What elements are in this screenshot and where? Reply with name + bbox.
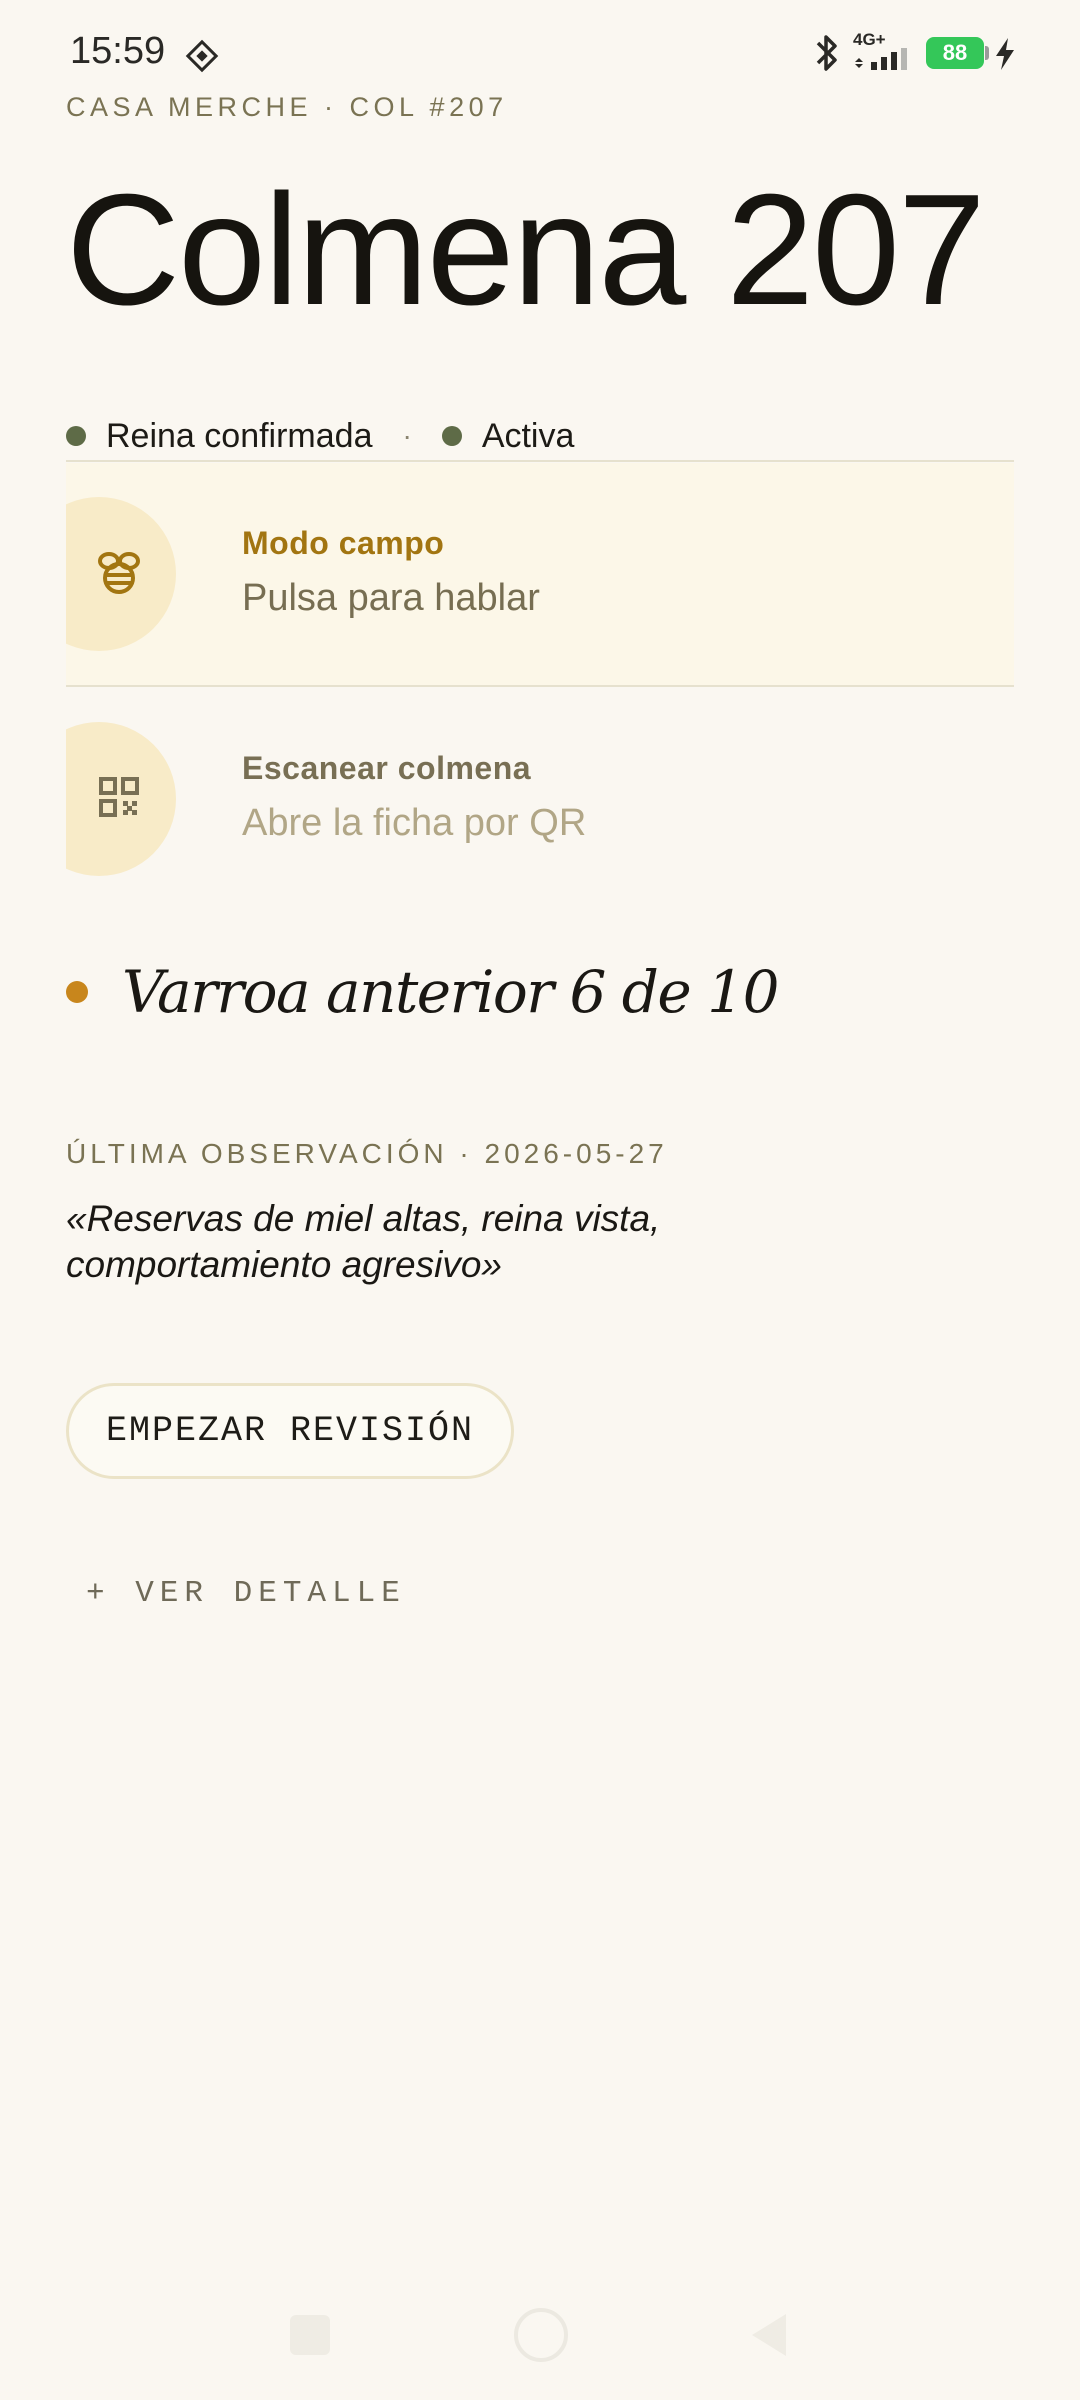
see-detail-link[interactable]: + VER DETALLE [86,1576,406,1611]
recent-apps-icon[interactable] [290,2315,330,2355]
charging-icon [994,38,1016,75]
scan-hive-button[interactable]: Escanear colmena Abre la ficha por QR [66,688,1014,910]
field-mode-subtitle: Pulsa para hablar [242,577,540,619]
field-mode-label: Modo campo [242,525,445,561]
page-title: Colmena 207 [66,162,986,338]
varroa-indicator: Varroa anterior 6 de 10 [66,952,779,1032]
scan-icon-circle [66,722,176,876]
varroa-text: Varroa anterior 6 de 10 [122,958,779,1026]
network-type-label: 4G+ [853,30,886,49]
start-review-button[interactable]: EMPEZAR REVISIÓN [66,1383,514,1479]
status-dot [66,426,86,446]
battery-tip [985,46,989,60]
status-separator: · [402,420,412,451]
bee-icon [66,547,144,602]
app-notification-icon [184,38,220,79]
scan-hive-subtitle: Abre la ficha por QR [242,802,587,844]
battery-level: 88 [926,37,984,69]
last-observation-quote: «Reservas de miel altas, reina vista, co… [66,1198,661,1285]
bluetooth-icon [812,32,842,79]
divider [66,685,1014,687]
back-icon[interactable] [748,2312,790,2363]
activity-status: Activa [481,416,575,455]
hive-status-row: Reina confirmada · Activa [66,412,574,460]
hive-location-label: CASA MERCHE · COL #207 [66,92,508,122]
clock: 15:59 [70,30,166,72]
field-mode-button[interactable]: Modo campo Pulsa para hablar [66,463,1014,685]
last-observation-label: ÚLTIMA OBSERVACIÓN · 2026-05-27 [66,1138,668,1169]
qr-code-icon [66,776,139,822]
scan-hive-label: Escanear colmena [242,750,532,786]
divider [66,460,1014,462]
status-dot [441,426,462,446]
varroa-status-dot [66,981,88,1003]
home-icon[interactable] [514,2308,568,2362]
field-mode-icon-circle [66,497,176,651]
queen-status: Reina confirmada [106,416,373,455]
signal-icon [853,48,915,75]
